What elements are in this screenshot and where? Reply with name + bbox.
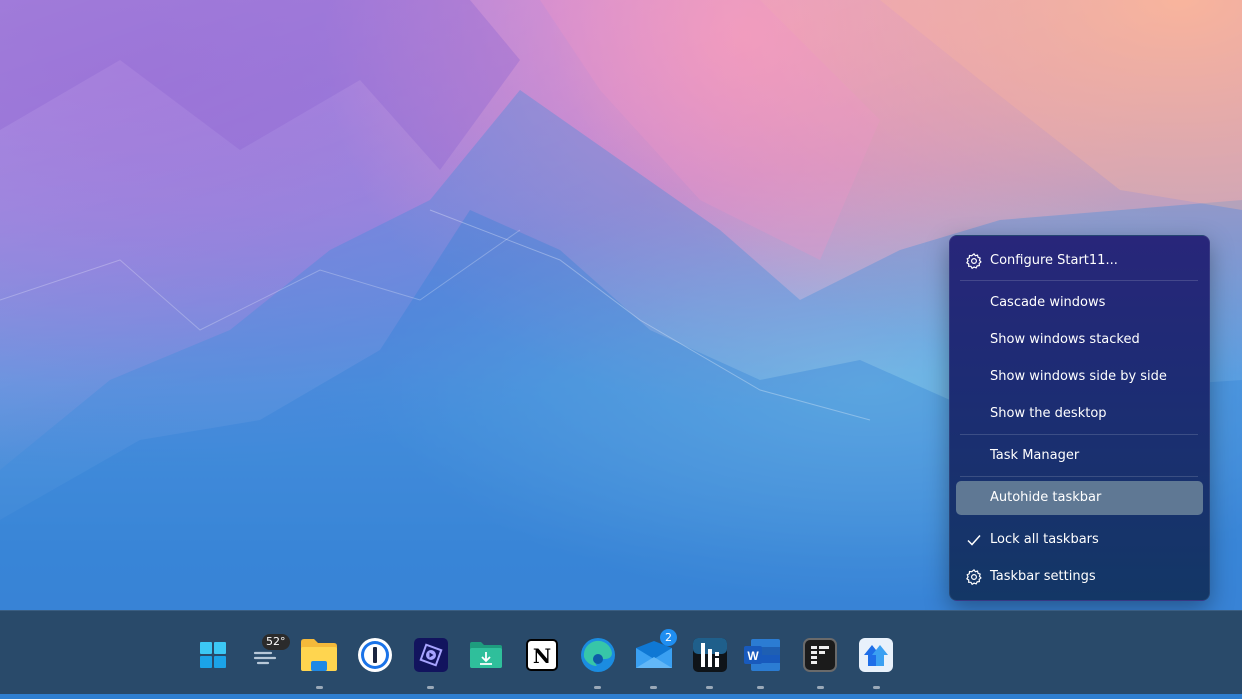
menu-item-label: Lock all taskbars bbox=[990, 532, 1099, 547]
stats-app-icon bbox=[693, 638, 727, 672]
menu-item-label: Configure Start11... bbox=[990, 253, 1118, 268]
1password-icon bbox=[358, 638, 392, 672]
taskbar-app-mail[interactable]: 2 bbox=[634, 629, 677, 675]
menu-item-label: Cascade windows bbox=[990, 295, 1106, 310]
video-editor-icon bbox=[414, 638, 448, 672]
svg-text:W: W bbox=[747, 649, 759, 663]
taskbar-app-downloads-folder[interactable] bbox=[466, 635, 506, 675]
menu-item-cascade-windows[interactable]: Cascade windows bbox=[956, 286, 1203, 320]
menu-separator bbox=[960, 434, 1198, 435]
menu-item-configure-start11[interactable]: Configure Start11... bbox=[956, 244, 1203, 278]
running-indicator bbox=[757, 686, 764, 689]
taskbar-app-file-explorer[interactable] bbox=[299, 635, 339, 675]
upload-arrow-icon bbox=[859, 638, 893, 672]
running-indicator bbox=[873, 686, 880, 689]
menu-item-label: Task Manager bbox=[990, 448, 1080, 463]
word-icon: W bbox=[744, 639, 780, 671]
running-indicator bbox=[427, 686, 434, 689]
taskbar: 52° N 2 W bbox=[0, 610, 1242, 695]
taskbar-app-1password[interactable] bbox=[355, 635, 395, 675]
menu-item-label: Show the desktop bbox=[990, 406, 1107, 421]
menu-item-show-the-desktop[interactable]: Show the desktop bbox=[956, 397, 1203, 431]
menu-item-show-windows-side-by-side[interactable]: Show windows side by side bbox=[956, 360, 1203, 394]
weather-temperature: 52° bbox=[262, 634, 290, 650]
checkmark-icon bbox=[964, 530, 984, 550]
menu-item-lock-all-taskbars[interactable]: Lock all taskbars bbox=[956, 523, 1203, 557]
taskbar-app-microsoft-word[interactable]: W bbox=[742, 635, 782, 675]
menu-separator bbox=[960, 476, 1198, 477]
folder-icon bbox=[301, 639, 337, 671]
download-folder-icon bbox=[470, 642, 502, 668]
gear-icon bbox=[964, 251, 984, 271]
taskbar-app-notion[interactable]: N bbox=[522, 635, 562, 675]
gear-icon bbox=[964, 567, 984, 587]
menu-item-autohide-taskbar[interactable]: Autohide taskbar bbox=[956, 481, 1203, 515]
taskbar-bottom-edge bbox=[0, 694, 1242, 699]
menu-item-task-manager[interactable]: Task Manager bbox=[956, 439, 1203, 473]
menu-item-taskbar-settings[interactable]: Taskbar settings bbox=[956, 560, 1203, 594]
svg-text:N: N bbox=[533, 644, 551, 668]
running-indicator bbox=[316, 686, 323, 689]
notion-icon: N bbox=[526, 639, 558, 671]
taskbar-app-video-editor[interactable] bbox=[411, 635, 451, 675]
mail-unread-badge: 2 bbox=[660, 629, 677, 646]
edge-icon bbox=[581, 638, 615, 672]
windows-logo-icon bbox=[200, 642, 226, 668]
taskbar-app-microsoft-edge[interactable] bbox=[578, 635, 618, 675]
taskbar-app-terminal[interactable] bbox=[800, 635, 840, 675]
taskbar-app-stats[interactable] bbox=[690, 635, 730, 675]
terminal-app-icon bbox=[803, 638, 837, 672]
taskbar-app-upload[interactable] bbox=[856, 635, 896, 675]
menu-item-label: Show windows side by side bbox=[990, 369, 1167, 384]
running-indicator bbox=[706, 686, 713, 689]
menu-separator bbox=[960, 280, 1198, 281]
running-indicator bbox=[650, 686, 657, 689]
menu-item-label: Autohide taskbar bbox=[990, 490, 1102, 505]
menu-item-label: Taskbar settings bbox=[990, 569, 1096, 584]
start-button[interactable] bbox=[193, 635, 233, 675]
taskbar-context-menu: Configure Start11... Cascade windows Sho… bbox=[949, 235, 1210, 601]
weather-widget-button[interactable]: 52° bbox=[247, 634, 290, 675]
menu-item-show-windows-stacked[interactable]: Show windows stacked bbox=[956, 323, 1203, 357]
running-indicator bbox=[594, 686, 601, 689]
menu-item-label: Show windows stacked bbox=[990, 332, 1140, 347]
running-indicator bbox=[817, 686, 824, 689]
